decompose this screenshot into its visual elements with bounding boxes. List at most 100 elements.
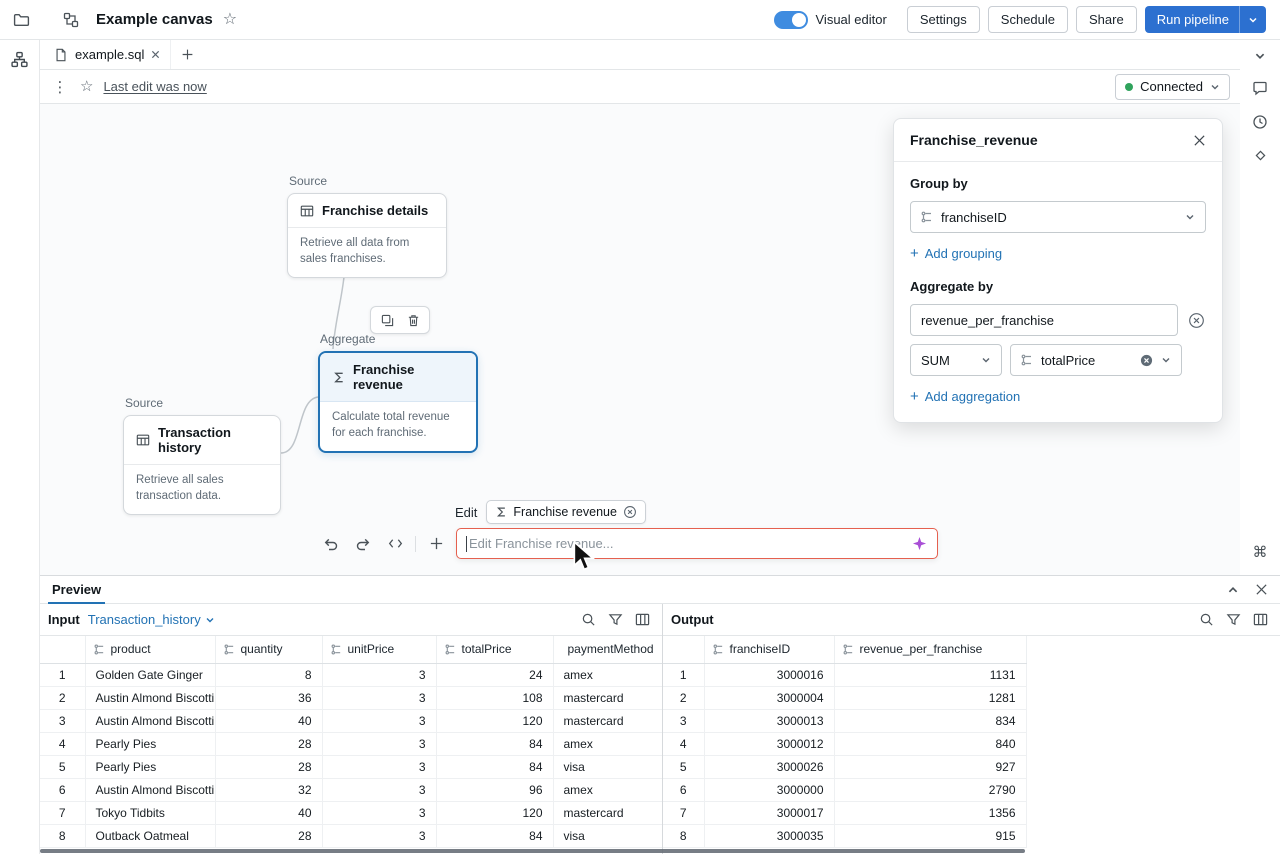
- node-franchise-details[interactable]: Source Franchise details Retrieve all da…: [287, 174, 447, 278]
- schedule-button[interactable]: Schedule: [988, 6, 1068, 33]
- node-transaction-history[interactable]: Source Transaction history Retrieve all …: [123, 396, 281, 515]
- table-cell: 3000004: [704, 686, 834, 709]
- share-button[interactable]: Share: [1076, 6, 1137, 33]
- workspace-folder-button[interactable]: [8, 7, 34, 33]
- selected-step-chip[interactable]: Franchise revenue: [486, 500, 646, 524]
- version-history-icon[interactable]: [1252, 114, 1268, 130]
- aggregation-name-input[interactable]: [910, 304, 1178, 336]
- code-view-button[interactable]: [383, 532, 407, 556]
- columns-icon[interactable]: [635, 612, 650, 627]
- column-header[interactable]: revenue_per_franchise: [834, 636, 1026, 663]
- table-cell: 3000035: [704, 824, 834, 847]
- aggregate-icon: [332, 371, 345, 384]
- last-edit-link[interactable]: Last edit was now: [103, 79, 206, 94]
- node-franchise-revenue[interactable]: Aggregate Franchise revenue Calculate to…: [318, 332, 478, 453]
- table-cell: 1131: [834, 663, 1026, 686]
- remove-step-icon[interactable]: [623, 505, 637, 519]
- column-header[interactable]: franchiseID: [704, 636, 834, 663]
- table-cell: 915: [834, 824, 1026, 847]
- more-options-icon[interactable]: ⋮: [50, 78, 70, 96]
- node-description: Retrieve all data from sales franchises.: [288, 228, 446, 277]
- visual-editor-label: Visual editor: [816, 12, 887, 27]
- input-pane-title: Input: [48, 612, 80, 627]
- remove-aggregation-icon[interactable]: [1186, 310, 1206, 330]
- tab-preview[interactable]: Preview: [44, 576, 109, 603]
- connection-status-dropdown[interactable]: Connected: [1115, 74, 1230, 100]
- aggregate-column-select[interactable]: totalPrice: [1010, 344, 1182, 376]
- pipeline-dag-button[interactable]: [7, 46, 33, 72]
- table-row: 53000026927: [663, 755, 1026, 778]
- table-cell: Austin Almond Biscotti: [85, 709, 215, 732]
- preview-panel: Preview Input Transaction_history: [40, 575, 1280, 854]
- column-header[interactable]: unitPrice: [322, 636, 436, 663]
- table-cell: 2790: [834, 778, 1026, 801]
- shortcuts-icon[interactable]: ⌘: [1253, 543, 1268, 561]
- connector-line: [281, 397, 318, 453]
- column-type-icon: [445, 644, 456, 655]
- filter-icon[interactable]: [608, 612, 623, 627]
- table-row: 6Austin Almond Biscotti32396amex: [40, 778, 662, 801]
- add-step-button[interactable]: [424, 532, 448, 556]
- row-number: 7: [40, 801, 85, 824]
- group-by-select[interactable]: franchiseID: [910, 201, 1206, 233]
- table-cell: Golden Gate Ginger: [85, 663, 215, 686]
- duplicate-node-button[interactable]: [376, 310, 398, 330]
- search-icon[interactable]: [1199, 612, 1214, 627]
- aggregate-function-select[interactable]: SUM: [910, 344, 1002, 376]
- bookmark-star-icon[interactable]: ☆: [80, 79, 93, 94]
- panel-close-icon[interactable]: [1193, 134, 1206, 147]
- table-cell: 40: [215, 801, 322, 824]
- chevron-down-icon: [205, 615, 215, 625]
- table-cell: 3: [322, 778, 436, 801]
- column-header[interactable]: paymentMethod: [553, 636, 662, 663]
- new-tab-button[interactable]: [171, 40, 203, 69]
- selected-step-label: Franchise revenue: [513, 505, 617, 519]
- filter-icon[interactable]: [1226, 612, 1241, 627]
- table-cell: 24: [436, 663, 553, 686]
- panel-title: Franchise_revenue: [910, 132, 1038, 148]
- favorite-star-icon[interactable]: ☆: [223, 12, 237, 28]
- top-bar-actions: Visual editor Settings Schedule Share Ru…: [774, 6, 1267, 33]
- table-cell: 3: [322, 755, 436, 778]
- column-header[interactable]: product: [85, 636, 215, 663]
- settings-button[interactable]: Settings: [907, 6, 980, 33]
- table-cell: 40: [215, 709, 322, 732]
- preview-header: Preview: [40, 576, 1280, 604]
- column-header[interactable]: totalPrice: [436, 636, 553, 663]
- column-header[interactable]: quantity: [215, 636, 322, 663]
- row-number: 2: [40, 686, 85, 709]
- expand-preview-icon[interactable]: [1227, 584, 1239, 596]
- table-cell: Austin Almond Biscotti: [85, 778, 215, 801]
- assistant-icon[interactable]: [1253, 148, 1268, 163]
- pipeline-canvas[interactable]: Source Franchise details Retrieve all da…: [40, 104, 1240, 575]
- horizontal-scrollbar[interactable]: [40, 849, 1025, 853]
- tab-example-sql[interactable]: example.sql: [40, 40, 171, 69]
- delete-node-button[interactable]: [402, 310, 424, 330]
- ai-sparkle-icon[interactable]: [912, 536, 927, 551]
- tab-close-icon[interactable]: [151, 50, 160, 59]
- text-caret: [466, 536, 467, 552]
- input-source-dropdown[interactable]: Transaction_history: [88, 612, 215, 627]
- table-cell: 1281: [834, 686, 1026, 709]
- table-row: 230000041281: [663, 686, 1026, 709]
- undo-button[interactable]: [319, 532, 343, 556]
- run-pipeline-button[interactable]: Run pipeline: [1145, 6, 1266, 33]
- add-grouping-button[interactable]: + Add grouping: [910, 246, 1002, 261]
- visual-editor-toggle[interactable]: [774, 11, 808, 29]
- divider: [415, 536, 416, 552]
- run-pipeline-label: Run pipeline: [1145, 6, 1239, 33]
- columns-icon[interactable]: [1253, 612, 1268, 627]
- run-pipeline-chevron-icon[interactable]: [1239, 6, 1266, 33]
- row-number: 7: [663, 801, 704, 824]
- collapse-panel-icon[interactable]: [1254, 50, 1266, 62]
- ai-edit-input[interactable]: [469, 536, 912, 551]
- row-number: 1: [663, 663, 704, 686]
- comments-icon[interactable]: [1252, 80, 1268, 96]
- add-aggregation-button[interactable]: + Add aggregation: [910, 389, 1020, 404]
- node-kind-label: Source: [125, 396, 281, 410]
- close-preview-icon[interactable]: [1255, 583, 1268, 596]
- redo-button[interactable]: [351, 532, 375, 556]
- search-icon[interactable]: [581, 612, 596, 627]
- clear-column-icon[interactable]: [1140, 354, 1153, 367]
- node-title: Transaction history: [158, 425, 268, 455]
